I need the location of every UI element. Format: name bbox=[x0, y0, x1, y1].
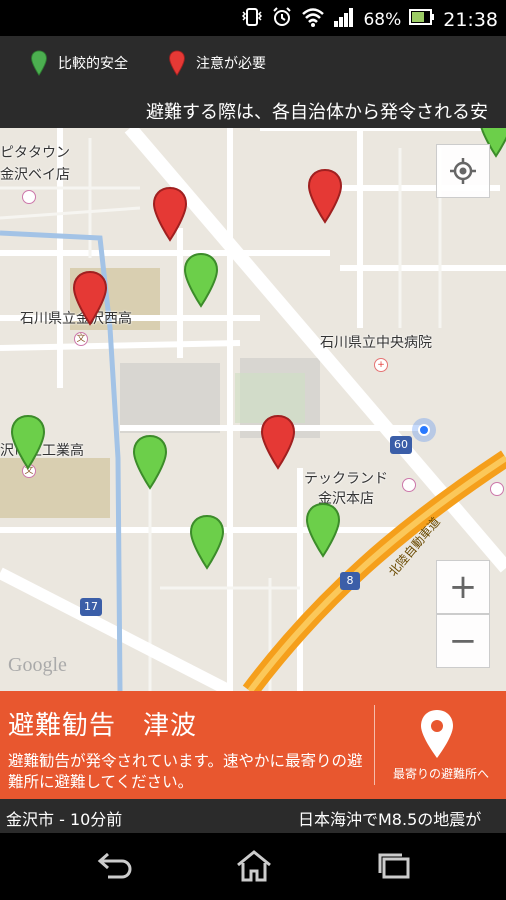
nearest-shelter-label: 最寄りの避難所へ bbox=[392, 767, 489, 781]
alert-divider bbox=[374, 705, 375, 785]
clock: 21:38 bbox=[443, 8, 498, 31]
shelter-pin-safe[interactable] bbox=[305, 502, 341, 558]
vibrate-icon bbox=[241, 6, 263, 33]
poi-school-icon: 文 bbox=[74, 332, 88, 346]
alert-body: 避難勧告が発令されています。速やかに最寄りの避難所に避難してください。 bbox=[8, 752, 363, 791]
poi-shop-icon bbox=[22, 190, 36, 204]
legend-safe-label: 比較的安全 bbox=[58, 56, 128, 72]
poi-hospital-icon: + bbox=[374, 358, 388, 372]
recent-apps-button[interactable] bbox=[374, 851, 414, 885]
back-button[interactable] bbox=[94, 851, 134, 885]
ticker-top: 避難する際は、各自治体から発令される安 bbox=[0, 90, 506, 128]
map-label-store1: ピタタウン bbox=[0, 145, 70, 161]
shelter-pin-caution[interactable] bbox=[307, 168, 343, 224]
map-view[interactable]: ピタタウン 金沢ベイ店 石川県立金沢西高 文 石川県立中央病院 + 沢市立工業高… bbox=[0, 128, 506, 691]
wifi-icon bbox=[301, 6, 325, 33]
ticker-bottom: 金沢市 - 10分前 日本海沖でM8.5の地震が bbox=[0, 799, 506, 833]
shelter-pin-safe[interactable] bbox=[10, 414, 46, 470]
green-pin-icon bbox=[31, 50, 47, 76]
legend-caution: 注意が必要 bbox=[168, 50, 266, 76]
legend-caution-label: 注意が必要 bbox=[196, 56, 266, 72]
zoom-out-button[interactable]: − bbox=[436, 614, 490, 668]
poi-shop3-icon bbox=[490, 482, 504, 496]
map-label-store2a: テックランド bbox=[304, 471, 388, 487]
system-nav-bar bbox=[0, 833, 506, 900]
home-icon bbox=[237, 850, 271, 882]
red-pin-icon bbox=[169, 50, 185, 76]
location-pin-icon bbox=[421, 710, 453, 758]
current-location-dot bbox=[412, 418, 436, 442]
alert-title: 避難勧告 津波 bbox=[8, 711, 198, 741]
recent-apps-icon bbox=[378, 853, 410, 879]
ticker-message: 日本海沖でM8.5の地震が bbox=[298, 810, 482, 829]
map-label-hospital: 石川県立中央病院 bbox=[320, 335, 432, 351]
zoom-in-button[interactable]: + bbox=[436, 560, 490, 614]
alarm-icon bbox=[271, 6, 293, 33]
shelter-pin-safe[interactable] bbox=[183, 252, 219, 308]
battery-icon bbox=[409, 8, 435, 31]
legend-bar: 比較的安全 注意が必要 bbox=[0, 36, 506, 90]
shelter-pin-caution[interactable] bbox=[72, 270, 108, 326]
battery-percent: 68% bbox=[363, 9, 402, 30]
nearest-shelter-button[interactable]: 最寄りの避難所へ bbox=[376, 691, 506, 799]
google-logo: Google bbox=[8, 654, 67, 676]
my-location-button[interactable] bbox=[436, 144, 490, 198]
status-bar: 68% 21:38 bbox=[0, 0, 506, 36]
back-icon bbox=[97, 852, 132, 879]
road-shield-17: 17 bbox=[80, 598, 102, 616]
shelter-pin-caution[interactable] bbox=[152, 186, 188, 242]
map-background bbox=[0, 128, 506, 691]
ticker-top-text: 避難する際は、各自治体から発令される安 bbox=[146, 102, 488, 123]
road-shield-8: 8 bbox=[340, 572, 360, 590]
ticker-source: 金沢市 - 10分前 bbox=[6, 810, 123, 829]
crosshair-icon bbox=[450, 158, 476, 184]
legend-safe: 比較的安全 bbox=[30, 50, 128, 76]
shelter-pin-safe[interactable] bbox=[132, 434, 168, 490]
shelter-pin-caution[interactable] bbox=[260, 414, 296, 470]
map-label-store1b: 金沢ベイ店 bbox=[0, 167, 70, 183]
signal-icon bbox=[333, 6, 355, 33]
shelter-pin-safe[interactable] bbox=[189, 514, 225, 570]
poi-shop2-icon bbox=[402, 478, 416, 492]
alert-panel: 避難勧告 津波 避難勧告が発令されています。速やかに最寄りの避難所に避難してくだ… bbox=[0, 691, 506, 799]
home-button[interactable] bbox=[234, 849, 274, 887]
road-shield-60: 60 bbox=[390, 436, 412, 454]
